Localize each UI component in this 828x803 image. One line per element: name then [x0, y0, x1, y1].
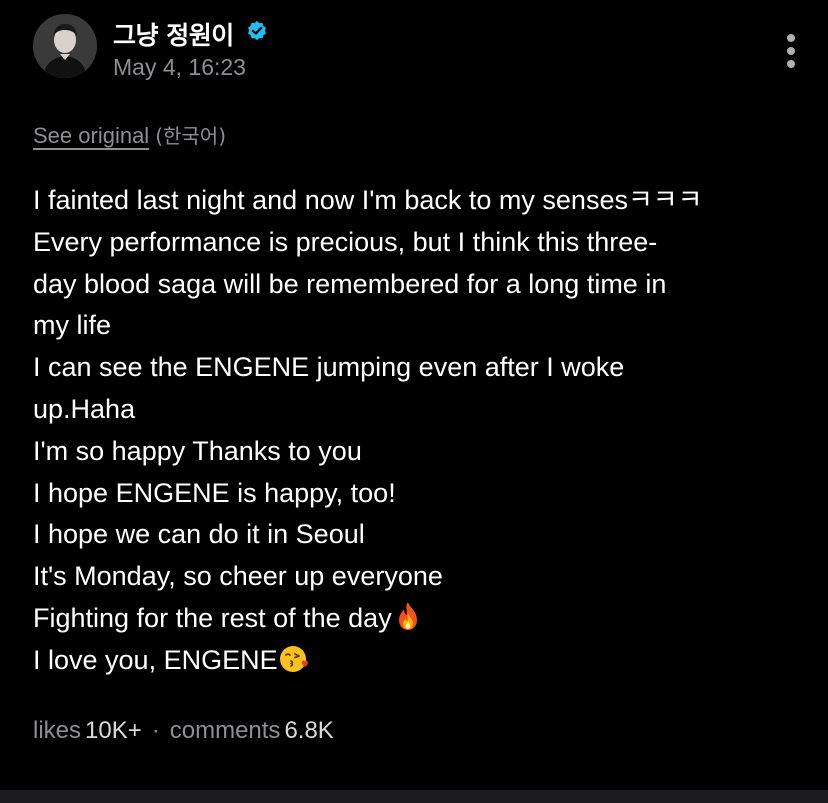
language-note: (한국어)	[155, 124, 226, 148]
post-line: day blood saga will be remembered for a …	[33, 268, 667, 299]
more-dot-icon	[787, 47, 795, 55]
likes-count[interactable]: 10K+	[85, 717, 142, 744]
post-line: my life	[33, 310, 112, 341]
comments-label[interactable]: comments	[170, 717, 281, 744]
post-line: I hope ENGENE is happy, too!	[33, 477, 396, 508]
stats-separator: ·	[151, 717, 160, 744]
post-line: I hope we can do it in Seoul	[33, 519, 365, 550]
profile-photo-icon	[33, 14, 97, 78]
post-line: I can see the ENGENE jumping even after …	[33, 352, 625, 383]
likes-label[interactable]: likes	[33, 717, 81, 744]
author-name[interactable]: 그냥 정원이	[113, 16, 234, 52]
post-line: I fainted last night and now I'm back to…	[33, 185, 703, 215]
engagement-stats: likes 10K+ · comments 6.8K	[33, 717, 334, 745]
post-line-text: Fighting for the rest of the day	[33, 602, 392, 633]
post-line: I'm so happy Thanks to you	[33, 435, 362, 466]
bottom-divider	[0, 790, 828, 803]
post-header: 그냥 정원이 May 4, 16:23	[33, 14, 813, 84]
verified-badge-icon	[248, 20, 266, 41]
see-original-link[interactable]: See original	[33, 123, 149, 148]
more-options-button[interactable]	[785, 34, 797, 74]
translation-row: See original (한국어)	[33, 120, 226, 149]
comments-count[interactable]: 6.8K	[284, 717, 333, 744]
post-line-with-emoji: Fighting for the rest of the day	[33, 598, 803, 640]
post-line: Every performance is precious, but I thi…	[33, 226, 658, 257]
post-line: up.Haha	[33, 393, 136, 424]
avatar[interactable]	[33, 14, 97, 78]
more-dot-icon	[787, 60, 795, 68]
post-body: I fainted last night and now I'm back to…	[33, 180, 803, 682]
fire-emoji-icon	[398, 601, 417, 630]
post-line-with-emoji: I love you, ENGENE	[33, 640, 803, 682]
post-line-text: I love you, ENGENE	[33, 644, 278, 675]
more-dot-icon	[787, 34, 795, 42]
kissing-heart-emoji-icon	[279, 645, 308, 672]
post-line: It's Monday, so cheer up everyone	[33, 561, 443, 592]
post-timestamp: May 4, 16:23	[113, 54, 246, 80]
